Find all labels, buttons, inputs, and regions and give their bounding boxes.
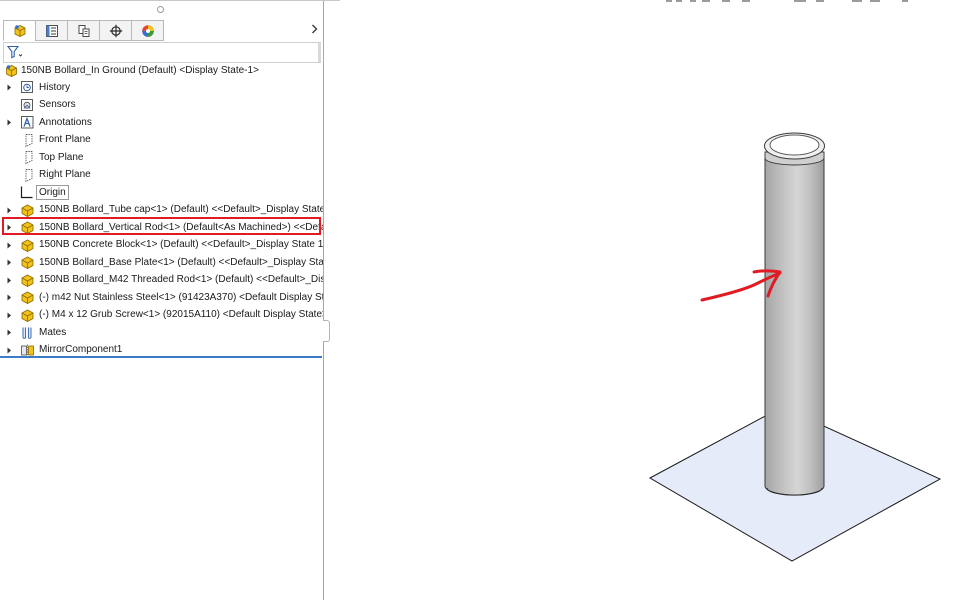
tree-item-label: Top Plane <box>39 151 84 163</box>
plane-icon <box>21 150 36 165</box>
caret-right-icon[interactable] <box>6 329 12 337</box>
part-icon <box>20 308 35 323</box>
plane-icon <box>21 133 36 148</box>
caret-right-icon[interactable] <box>6 259 12 267</box>
tab-feature-manager[interactable] <box>3 20 35 41</box>
tree-item-label: 150NB Bollard_Base Plate<1> (Default) <<… <box>39 256 323 268</box>
tree-item-label: (-) m42 Nut Stainless Steel<1> (91423A37… <box>39 291 323 303</box>
tab-property-manager[interactable] <box>35 20 67 41</box>
tree-item-label: 150NB Concrete Block<1> (Default) <<Defa… <box>39 239 323 250</box>
display-manager-icon <box>141 24 154 37</box>
part-icon <box>20 238 35 253</box>
tree-item-nut[interactable]: (-) m42 Nut Stainless Steel<1> (91423A37… <box>0 289 323 306</box>
caret-right-icon[interactable] <box>6 84 12 92</box>
part-icon <box>20 273 35 288</box>
dimxpert-manager-icon <box>109 24 122 37</box>
selection-highlight-box <box>2 217 321 235</box>
caret-right-icon[interactable] <box>6 241 12 249</box>
caret-right-icon[interactable] <box>6 119 12 127</box>
history-icon <box>20 80 35 95</box>
filter-bar-edge <box>318 43 321 62</box>
tree-item-label: Front Plane <box>39 134 91 145</box>
filter-icon[interactable] <box>7 45 23 59</box>
tree-item-label: MirrorComponent1 <box>39 344 123 355</box>
part-icon <box>20 255 35 270</box>
tree-item-base-plate[interactable]: 150NB Bollard_Base Plate<1> (Default) <<… <box>0 254 323 271</box>
tree-root[interactable]: 150NB Bollard_In Ground (Default) <Displ… <box>0 62 323 79</box>
tree-item-grub-screw[interactable]: (-) M4 x 12 Grub Screw<1> (92015A110) <D… <box>0 307 323 324</box>
expand-panel-button[interactable] <box>308 21 320 37</box>
sensors-icon <box>20 98 35 113</box>
filter-bar[interactable] <box>3 42 321 63</box>
panel-grip-handle[interactable] <box>157 6 164 13</box>
tab-display-manager[interactable] <box>131 20 164 41</box>
caret-right-icon[interactable] <box>6 294 12 302</box>
tree-item-label: Right Plane <box>39 169 91 180</box>
tree-item-label: Sensors <box>39 99 76 110</box>
assembly-icon <box>4 63 19 78</box>
tab-dimxpert-manager[interactable] <box>99 20 131 41</box>
plane-icon <box>21 168 36 183</box>
caret-right-icon[interactable] <box>6 346 12 354</box>
tree-item-threaded-rod[interactable]: 150NB Bollard_M42 Threaded Rod<1> (Defau… <box>0 272 323 289</box>
tree-item-label: Annotations <box>39 116 92 128</box>
caret-right-icon[interactable] <box>6 311 12 319</box>
tree-item-label: 150NB Bollard_M42 Threaded Rod<1> (Defau… <box>39 274 323 285</box>
chevron-right-icon <box>311 24 317 34</box>
tree-item-top-plane[interactable]: Top Plane <box>0 149 323 166</box>
tree-item-annotations[interactable]: Annotations <box>0 114 323 131</box>
tree-item-front-plane[interactable]: Front Plane <box>0 132 323 149</box>
tree-item-concrete-block[interactable]: 150NB Concrete Block<1> (Default) <<Defa… <box>0 237 323 254</box>
tab-configuration-manager[interactable] <box>67 20 99 41</box>
annotations-icon <box>20 115 35 130</box>
tree-item-origin[interactable]: Origin <box>0 184 323 201</box>
part-icon <box>20 203 35 218</box>
vertical-rod[interactable] <box>764 152 825 496</box>
tree-item-history[interactable]: History <box>0 79 323 96</box>
tree-item-tube-cap[interactable]: 150NB Bollard_Tube cap<1> (Default) <<De… <box>0 202 323 219</box>
tree-root-label: 150NB Bollard_In Ground (Default) <Displ… <box>21 64 259 76</box>
property-manager-icon <box>45 24 58 37</box>
configuration-manager-icon <box>78 24 89 37</box>
tree-item-label: Origin <box>36 185 69 200</box>
tree-item-mates[interactable]: Mates <box>0 324 323 341</box>
tree-item-right-plane[interactable]: Right Plane <box>0 167 323 184</box>
mates-icon <box>20 325 35 340</box>
caret-right-icon[interactable] <box>6 276 12 284</box>
origin-icon <box>19 185 34 200</box>
panel-top-border <box>0 0 340 1</box>
feature-manager-icon <box>14 24 25 37</box>
tree-item-label: History <box>39 81 71 93</box>
manager-tabs <box>3 20 164 41</box>
tree-item-label: (-) M4 x 12 Grub Screw<1> (92015A110) <D… <box>39 309 323 320</box>
tree-end-rollback-bar[interactable] <box>0 356 322 358</box>
model-view[interactable] <box>324 0 960 600</box>
tree-item-sensors[interactable]: Sensors <box>0 97 323 114</box>
graphics-viewport[interactable] <box>324 0 960 600</box>
caret-right-icon[interactable] <box>6 206 12 214</box>
part-icon <box>20 290 35 305</box>
tree-item-label: 150NB Bollard_Tube cap<1> (Default) <<De… <box>39 204 323 215</box>
tree-item-label: Mates <box>39 326 67 338</box>
